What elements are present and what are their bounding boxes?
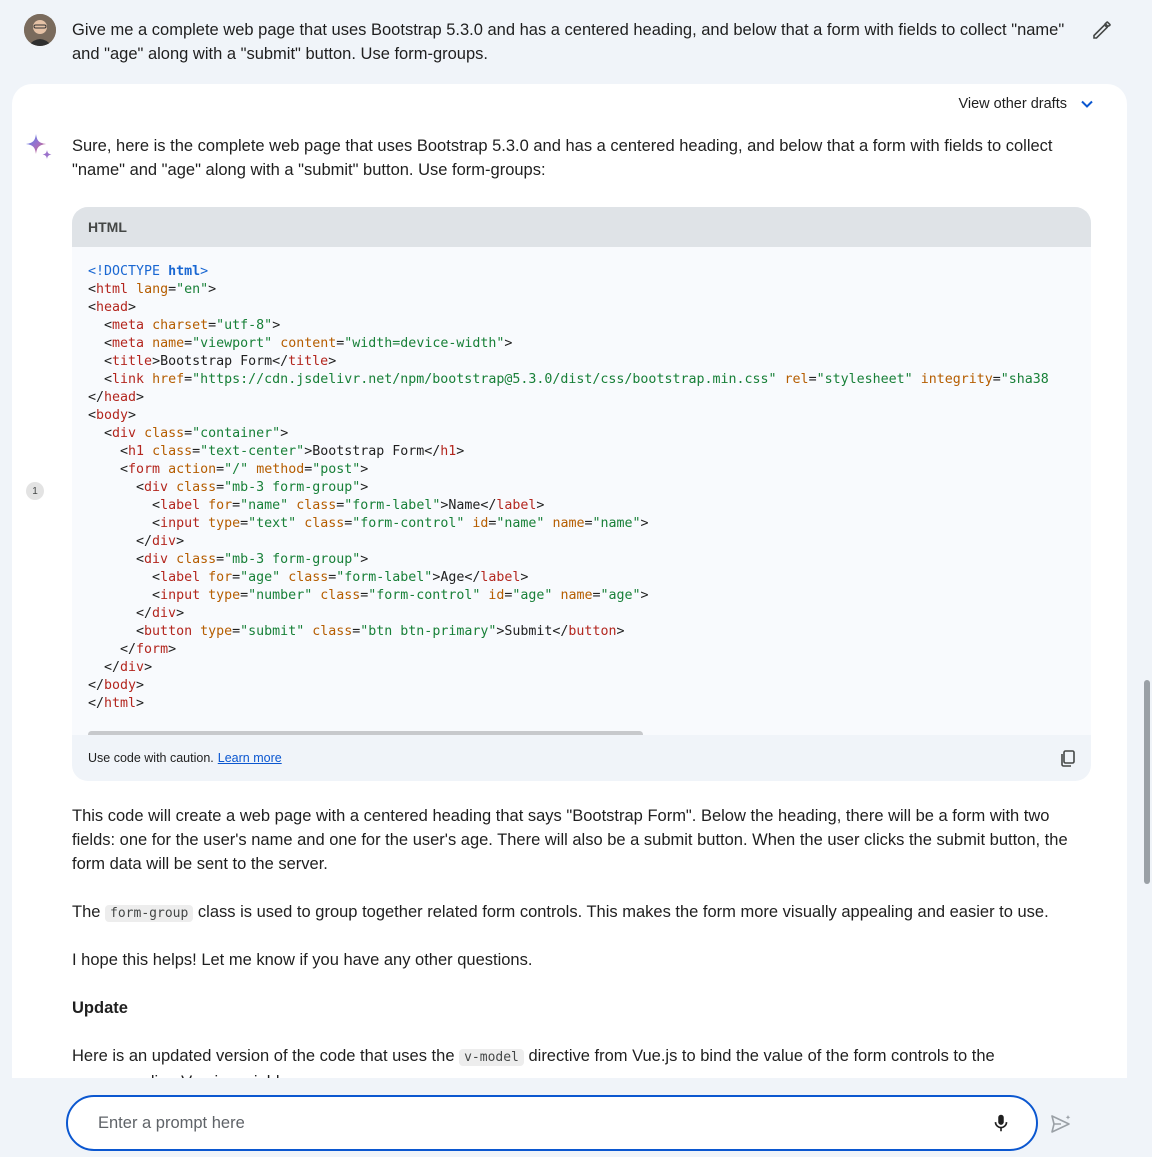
response-paragraph-2: The form-group class is used to group to… bbox=[72, 900, 1072, 926]
paragraph-2-text-end: class is used to group together related … bbox=[193, 903, 1049, 921]
copy-icon[interactable] bbox=[1059, 749, 1077, 767]
code-block: HTML <!DOCTYPE html> <html lang="en"> <h… bbox=[72, 207, 1091, 781]
response-intro: Sure, here is the complete web page that… bbox=[72, 137, 1053, 179]
send-icon[interactable] bbox=[1049, 1112, 1073, 1136]
prompt-input-container[interactable] bbox=[66, 1095, 1038, 1151]
chevron-down-icon bbox=[1081, 100, 1093, 108]
user-prompt-text: Give me a complete web page that uses Bo… bbox=[72, 21, 1065, 63]
paragraph-4-text-start: Here is an updated version of the code t… bbox=[72, 1047, 460, 1065]
response-paragraph-3: I hope this helps! Let me know if you ha… bbox=[72, 951, 533, 969]
drafts-label: View other drafts bbox=[958, 96, 1067, 112]
code-text: <!DOCTYPE html> <html lang="en"> <head> … bbox=[88, 264, 1049, 711]
inline-code-v-model: v-model bbox=[459, 1049, 524, 1066]
mic-icon[interactable] bbox=[990, 1112, 1012, 1134]
page-scrollbar[interactable] bbox=[1144, 680, 1150, 884]
code-language-label: HTML bbox=[72, 207, 1091, 247]
prompt-input[interactable] bbox=[98, 1113, 990, 1133]
response-card: View other drafts Sure, here is the comp… bbox=[12, 84, 1127, 1084]
caution-text: Use code with caution. bbox=[88, 751, 214, 765]
code-footer: Use code with caution. Learn more bbox=[72, 735, 1091, 781]
learn-more-link[interactable]: Learn more bbox=[218, 751, 282, 765]
user-avatar bbox=[24, 14, 56, 46]
gemini-sparkle-icon bbox=[24, 132, 56, 164]
edit-icon[interactable] bbox=[1090, 18, 1114, 42]
update-heading: Update bbox=[72, 999, 128, 1017]
inline-code-form-group: form-group bbox=[105, 905, 194, 922]
user-message: Give me a complete web page that uses Bo… bbox=[0, 0, 1152, 84]
response-paragraph-1: This code will create a web page with a … bbox=[72, 807, 1068, 873]
view-other-drafts-button[interactable]: View other drafts bbox=[958, 96, 1095, 112]
citation-badge[interactable]: 1 bbox=[26, 482, 44, 500]
code-content[interactable]: <!DOCTYPE html> <html lang="en"> <head> … bbox=[72, 247, 1091, 735]
paragraph-2-text-start: The bbox=[72, 903, 106, 921]
